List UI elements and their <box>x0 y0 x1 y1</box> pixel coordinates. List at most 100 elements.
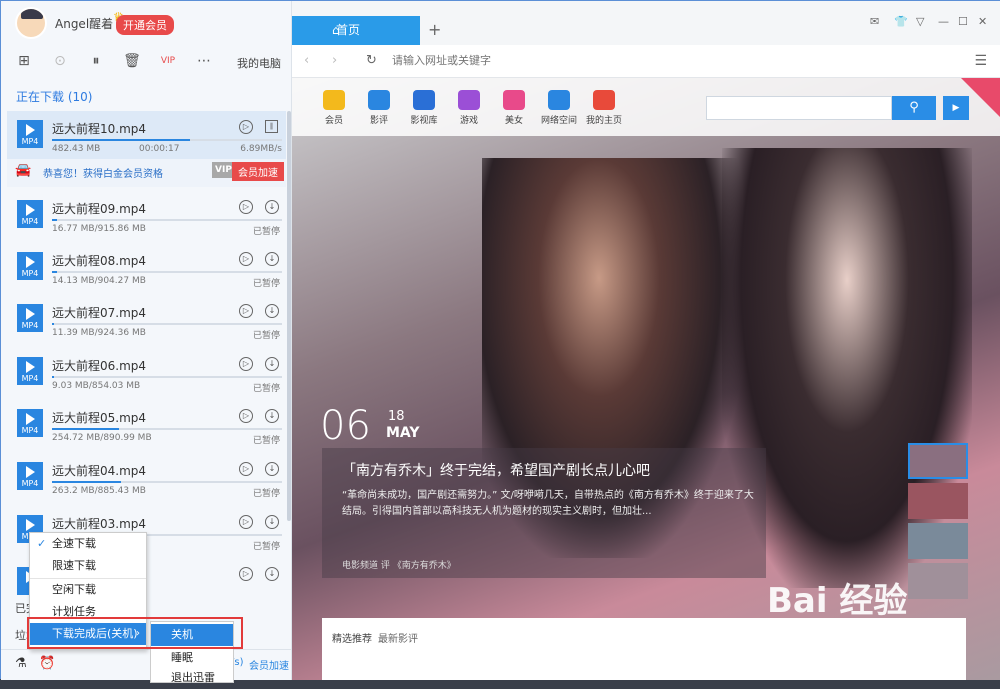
promo-bar: 🚘 恭喜您！获得白金会员资格 VIP 会员加速 <box>7 159 286 187</box>
menu-item-sleep[interactable]: 睡眠 <box>151 647 233 669</box>
open-folder-icon[interactable]: ▷ <box>239 200 253 214</box>
portal-item[interactable]: 我的主页 <box>582 90 626 126</box>
back-icon[interactable]: ‹ <box>304 53 309 68</box>
open-folder-icon[interactable]: ▷ <box>239 120 253 134</box>
date-month-num: 18 <box>388 409 405 424</box>
car-icon: 🚘 <box>15 163 32 178</box>
maximize-icon[interactable]: ☐ <box>958 15 968 28</box>
menu-item-idle[interactable]: 空闲下载 <box>30 579 146 601</box>
resume-icon[interactable]: ↓ <box>265 515 279 529</box>
portal-item[interactable]: 影评 <box>357 90 401 126</box>
portal-icon <box>413 90 435 110</box>
resume-icon[interactable]: ↓ <box>265 200 279 214</box>
news-card[interactable]: 「南方有乔木」终于完结，希望国产剧长点儿心吧 “革命尚未成功，国产剧还需努力。”… <box>322 448 766 578</box>
resume-icon[interactable]: ↓ <box>265 462 279 476</box>
open-folder-icon[interactable]: ▷ <box>239 515 253 529</box>
toolbar: ⊞ ⊙ ⏸ 🗑 VIP ⋯ 我的电脑 <box>1 49 291 75</box>
mp4-file-icon: MP4 <box>17 304 43 332</box>
portal-label: 游戏 <box>459 116 478 126</box>
open-folder-icon[interactable]: ▷ <box>239 567 253 581</box>
accelerate-button[interactable]: 会员加速 <box>232 162 284 181</box>
mail-icon[interactable]: ✉ <box>870 15 879 28</box>
download-row[interactable]: MP4 远大前程10.mp4 482.43 MB ▷ ∥ 00:00:17 6.89MB/s <box>7 111 286 163</box>
status-label: 已暂停 <box>252 489 280 499</box>
hamburger-icon[interactable]: ☰ <box>974 53 987 69</box>
downloading-header[interactable]: 正在下载 (10) <box>16 88 92 105</box>
download-row[interactable]: MP4 远大前程07.mp4 11.39 MB/924.36 MB ▷ ↓ 已暂停 <box>7 295 286 347</box>
menu-item-limit-speed[interactable]: 限速下载 <box>30 555 146 577</box>
portal-item[interactable]: 网络空间 <box>537 90 581 126</box>
pause-icon[interactable]: ∥ <box>265 120 278 133</box>
resume-icon[interactable]: ↓ <box>265 252 279 266</box>
url-input[interactable] <box>392 54 952 67</box>
file-size: 16.77 MB/915.86 MB <box>52 224 146 234</box>
download-row[interactable]: MP4 远大前程06.mp4 9.03 MB/854.03 MB ▷ ↓ 已暂停 <box>7 348 286 400</box>
open-vip-button[interactable]: 开通会员 <box>116 15 174 35</box>
mp4-file-icon: MP4 <box>17 462 43 490</box>
download-row[interactable]: MP4 远大前程09.mp4 16.77 MB/915.86 MB ▷ ↓ 已暂停 <box>7 191 286 243</box>
file-name: 远大前程06.mp4 <box>52 359 147 373</box>
open-folder-icon[interactable]: ▷ <box>239 252 253 266</box>
start-icon[interactable]: ⊙ <box>51 52 69 70</box>
portal-search-input[interactable] <box>706 96 892 120</box>
forward-icon[interactable]: › <box>332 53 337 68</box>
close-icon[interactable]: ✕ <box>978 15 987 28</box>
thumbnail[interactable] <box>908 443 968 479</box>
delete-icon[interactable]: 🗑 <box>123 52 141 70</box>
tab-featured[interactable]: 精选推荐 <box>332 630 372 645</box>
progress-bar <box>52 481 282 483</box>
menu-item-exit[interactable]: 退出迅雷 <box>151 667 233 689</box>
minimize-icon[interactable]: — <box>938 15 949 28</box>
file-name: 远大前程10.mp4 <box>52 122 147 136</box>
portal-item[interactable]: 影视库 <box>402 90 446 126</box>
progress-bar <box>52 219 282 221</box>
menu-item-full-speed[interactable]: ✓ 全速下载 <box>30 533 146 555</box>
mp4-file-icon: MP4 <box>17 252 43 280</box>
portal-item[interactable]: 会员 <box>312 90 356 126</box>
resume-icon[interactable]: ↓ <box>265 409 279 423</box>
open-folder-icon[interactable]: ▷ <box>239 409 253 423</box>
download-row[interactable]: MP4 远大前程05.mp4 254.72 MB/890.99 MB ▷ ↓ 已暂停 <box>7 400 286 452</box>
skin-icon[interactable]: 👕 <box>894 15 908 28</box>
new-tab-icon[interactable]: + <box>428 20 441 39</box>
home-icon: ⌂ <box>332 23 340 37</box>
menu-item-label: 睡眠 <box>171 651 193 664</box>
pause-icon[interactable]: ⏸ <box>87 52 105 70</box>
vip-icon[interactable]: VIP <box>159 52 177 70</box>
download-row[interactable]: MP4 远大前程08.mp4 14.13 MB/904.27 MB ▷ ↓ 已暂停 <box>7 243 286 295</box>
more-icon[interactable]: ⋯ <box>195 52 213 70</box>
news-title[interactable]: 「南方有乔木」终于完结，希望国产剧长点儿心吧 <box>342 460 650 480</box>
avatar[interactable] <box>15 7 47 39</box>
footer-accelerate-link[interactable]: 会员加速 <box>249 657 289 672</box>
tab-bar: ⌂ 首页 + ✉ 👕 ▽ — ☐ ✕ <box>292 1 1000 45</box>
file-name: 远大前程04.mp4 <box>52 464 147 478</box>
remaining-time: 00:00:17 <box>139 144 180 154</box>
tab-home[interactable]: ⌂ 首页 <box>292 16 420 45</box>
download-row[interactable]: MP4 远大前程04.mp4 263.2 MB/885.43 MB ▷ ↓ 已暂停 <box>7 453 286 505</box>
address-bar: ‹ › ↻ ☰ <box>292 45 1000 78</box>
open-folder-icon[interactable]: ▷ <box>239 304 253 318</box>
resume-icon[interactable]: ↓ <box>265 357 279 371</box>
menu-down-icon[interactable]: ▽ <box>916 15 924 28</box>
resume-icon[interactable]: ↓ <box>265 304 279 318</box>
scrollbar[interactable] <box>287 111 291 521</box>
refresh-icon[interactable]: ↻ <box>366 53 377 68</box>
open-folder-icon[interactable]: ▷ <box>239 357 253 371</box>
portal-item[interactable]: 游戏 <box>447 90 491 126</box>
resume-icon[interactable]: ↓ <box>265 567 279 581</box>
new-task-icon[interactable]: ⊞ <box>15 52 33 70</box>
user-name[interactable]: Angel醒着 <box>55 15 113 32</box>
thumbnail[interactable] <box>908 563 968 599</box>
corner-ribbon[interactable] <box>961 78 1000 118</box>
alarm-icon[interactable]: ⏰ <box>39 656 55 671</box>
open-folder-icon[interactable]: ▷ <box>239 462 253 476</box>
thumbnail[interactable] <box>908 523 968 559</box>
portal-item[interactable]: 美女 <box>492 90 536 126</box>
my-pc-dropdown[interactable]: 我的电脑 <box>237 55 281 71</box>
search-icon[interactable]: ⚲ <box>892 96 936 120</box>
portal-label: 网络空间 <box>540 116 577 126</box>
lab-icon[interactable]: ⚗ <box>15 656 27 671</box>
thumbnail[interactable] <box>908 483 968 519</box>
tab-latest-reviews[interactable]: 最新影评 <box>378 630 418 645</box>
promo-text[interactable]: 恭喜您！获得白金会员资格 <box>43 165 163 180</box>
